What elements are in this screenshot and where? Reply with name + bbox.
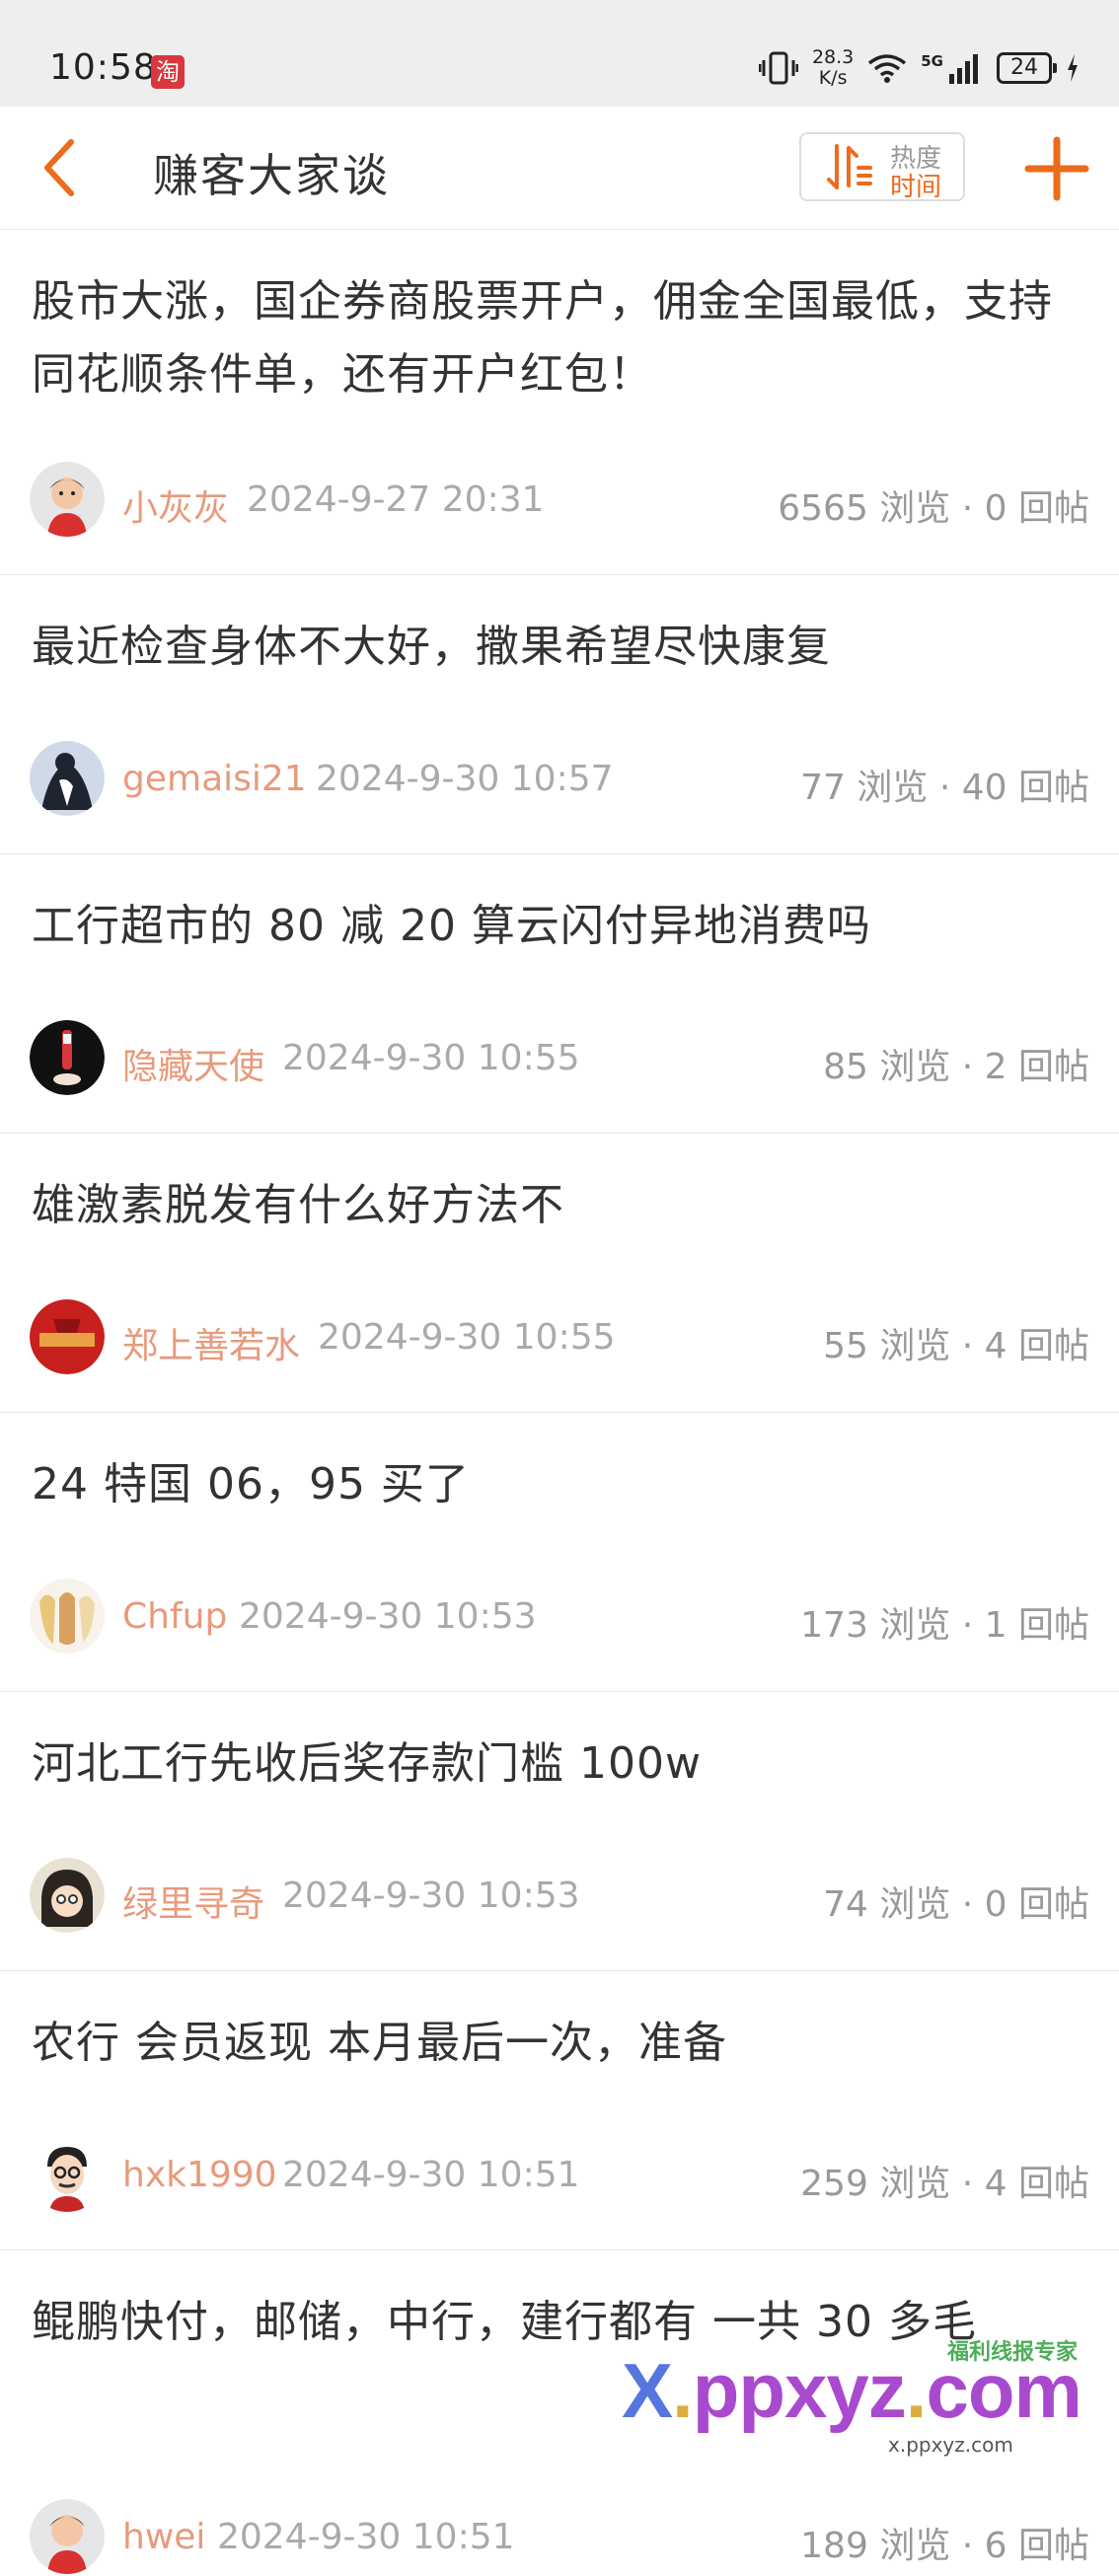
post-stats: 55 浏览 · 4 回帖 xyxy=(823,1326,1089,1366)
post-title[interactable]: 股市大涨，国企券商股票开户，佣金全国最低，支持同花顺条件单，还有开户红包！ xyxy=(32,265,1087,411)
post-item[interactable]: 24 特国 06，95 买了 Chfup 2024-9-30 10:53 173… xyxy=(0,1413,1119,1692)
post-meta: hwei 2024-9-30 10:51 189 浏览 · 6 回帖 xyxy=(30,2497,1089,2576)
add-post-icon[interactable] xyxy=(1022,134,1091,203)
post-stats: 189 浏览 · 6 回帖 xyxy=(800,2526,1089,2566)
post-stats: 85 浏览 · 2 回帖 xyxy=(823,1047,1089,1087)
post-stats: 259 浏览 · 4 回帖 xyxy=(800,2164,1089,2204)
watermark-brand-text: ppxyz xyxy=(692,2347,907,2434)
watermark-brand-tld: com xyxy=(926,2347,1082,2434)
site-watermark: 福利线报专家 X.ppxyz.com x.ppxyz.com xyxy=(622,2324,1115,2463)
header: 赚客大家谈 热度 时间 xyxy=(0,107,1119,230)
post-item[interactable]: 股市大涨，国企券商股票开户，佣金全国最低，支持同花顺条件单，还有开户红包！ 小灰… xyxy=(0,230,1119,575)
watermark-url: x.ppxyz.com xyxy=(888,2433,1013,2457)
post-stats: 74 浏览 · 0 回帖 xyxy=(823,1884,1089,1925)
sort-toggle-button[interactable]: 热度 时间 xyxy=(799,132,965,202)
post-time: 2024-9-30 10:55 xyxy=(318,1317,616,1358)
post-meta: hxk1990 2024-9-30 10:51 259 浏览 · 4 回帖 xyxy=(30,2135,1089,2214)
post-meta: 小灰灰 2024-9-27 20:31 6565 浏览 · 0 回帖 xyxy=(30,460,1089,539)
watermark-brand: X.ppxyz.com xyxy=(622,2346,1082,2436)
page-title: 赚客大家谈 xyxy=(153,149,390,202)
post-item[interactable]: 雄激素脱发有什么好方法不 郑上善若水 2024-9-30 10:55 55 浏览… xyxy=(0,1134,1119,1413)
post-stats: 173 浏览 · 1 回帖 xyxy=(800,1605,1089,1646)
post-item[interactable]: 农行 会员返现 本月最后一次，准备 hxk1990 2024-9-30 10:5… xyxy=(0,1971,1119,2250)
author-name[interactable]: gemaisi21 xyxy=(122,759,307,799)
post-title[interactable]: 雄激素脱发有什么好方法不 xyxy=(32,1169,1087,1242)
post-time: 2024-9-30 10:51 xyxy=(282,2155,580,2195)
post-meta: 郑上善若水 2024-9-30 10:55 55 浏览 · 4 回帖 xyxy=(30,1297,1089,1376)
wifi-icon xyxy=(868,54,907,83)
avatar[interactable] xyxy=(30,1299,105,1374)
avatar[interactable] xyxy=(30,1858,105,1933)
watermark-brand-dot-2: . xyxy=(905,2347,928,2434)
post-item[interactable]: 河北工行先收后奖存款门槛 100w 绿里寻奇 2024-9-30 10:53 7… xyxy=(0,1692,1119,1971)
avatar[interactable] xyxy=(30,2499,105,2574)
avatar[interactable] xyxy=(30,1020,105,1095)
avatar[interactable] xyxy=(30,2137,105,2212)
post-time: 2024-9-30 10:53 xyxy=(239,1596,537,1637)
author-name[interactable]: 小灰灰 xyxy=(122,479,229,531)
charging-icon xyxy=(1068,54,1078,82)
post-time: 2024-9-30 10:55 xyxy=(282,1038,580,1078)
post-stats: 6565 浏览 · 0 回帖 xyxy=(778,488,1089,529)
sort-icon xyxy=(827,144,872,189)
post-time: 2024-9-30 10:53 xyxy=(282,1876,580,1916)
cell-signal-icon xyxy=(949,54,978,84)
post-meta: 绿里寻奇 2024-9-30 10:53 74 浏览 · 0 回帖 xyxy=(30,1856,1089,1935)
battery-icon: 24 xyxy=(997,52,1057,84)
author-name[interactable]: hxk1990 xyxy=(122,2155,277,2195)
post-meta: 隐藏天使 2024-9-30 10:55 85 浏览 · 2 回帖 xyxy=(30,1018,1089,1097)
post-item[interactable]: 最近检查身体不大好，撒果希望尽快康复 gemaisi21 2024-9-30 1… xyxy=(0,575,1119,854)
author-name[interactable]: 郑上善若水 xyxy=(122,1317,300,1368)
watermark-brand-x: X xyxy=(622,2347,673,2434)
back-arrow-icon[interactable] xyxy=(28,132,99,203)
post-title[interactable]: 最近检查身体不大好，撒果希望尽快康复 xyxy=(32,611,1087,684)
post-title[interactable]: 工行超市的 80 减 20 算云闪付异地消费吗 xyxy=(32,890,1087,963)
avatar[interactable] xyxy=(30,462,105,537)
avatar[interactable] xyxy=(30,741,105,816)
author-name[interactable]: 隐藏天使 xyxy=(122,1038,264,1089)
net-speed-unit: K/s xyxy=(818,67,848,89)
status-time: 10:58 xyxy=(49,47,157,88)
post-time: 2024-9-30 10:51 xyxy=(217,2517,515,2557)
post-stats: 77 浏览 · 40 回帖 xyxy=(800,768,1089,808)
post-title[interactable]: 河北工行先收后奖存款门槛 100w xyxy=(32,1728,1087,1801)
status-icons: 28.3 K/s 5G 24 xyxy=(758,45,1080,91)
net-speed-value: 28.3 xyxy=(811,46,855,68)
taobao-notification-icon: 淘 xyxy=(151,55,185,89)
post-meta: Chfup 2024-9-30 10:53 173 浏览 · 1 回帖 xyxy=(30,1577,1089,1656)
post-title[interactable]: 24 特国 06，95 买了 xyxy=(32,1448,1087,1521)
avatar[interactable] xyxy=(30,1579,105,1654)
author-name[interactable]: Chfup xyxy=(122,1596,227,1637)
sort-option-time: 时间 xyxy=(890,173,942,202)
watermark-brand-dot: . xyxy=(672,2347,694,2434)
signal-5g-label: 5G xyxy=(921,52,943,70)
vibrate-icon xyxy=(758,51,798,85)
post-time: 2024-9-30 10:57 xyxy=(316,759,614,799)
author-name[interactable]: 绿里寻奇 xyxy=(122,1876,264,1927)
post-meta: gemaisi21 2024-9-30 10:57 77 浏览 · 40 回帖 xyxy=(30,739,1089,818)
post-title[interactable]: 农行 会员返现 本月最后一次，准备 xyxy=(32,2007,1087,2080)
post-list: 股市大涨，国企券商股票开户，佣金全国最低，支持同花顺条件单，还有开户红包！ 小灰… xyxy=(0,230,1119,2574)
author-name[interactable]: hwei xyxy=(122,2517,205,2557)
post-time: 2024-9-27 20:31 xyxy=(247,479,545,520)
status-bar: 10:58 淘 28.3 K/s 5G 24 xyxy=(0,0,1119,107)
net-speed: 28.3 K/s xyxy=(812,47,854,89)
post-item[interactable]: 工行超市的 80 减 20 算云闪付异地消费吗 隐藏天使 2024-9-30 1… xyxy=(0,854,1119,1134)
